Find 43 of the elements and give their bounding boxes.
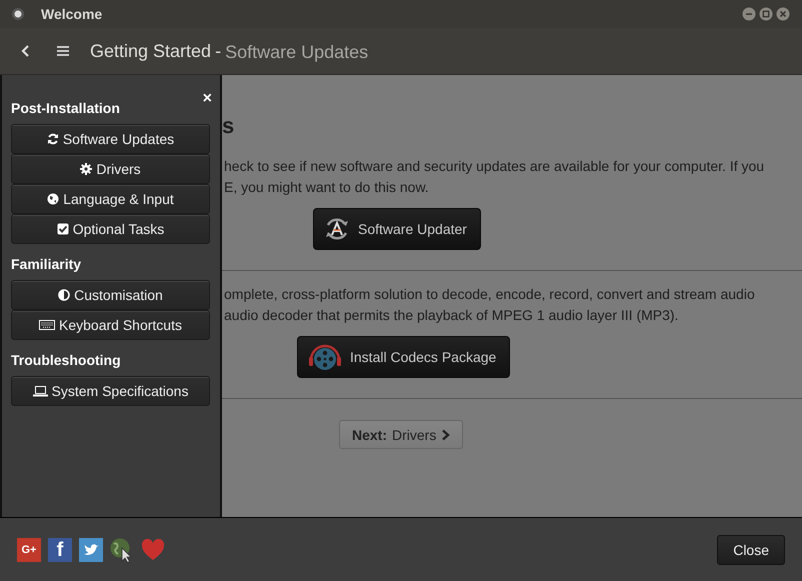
description-text: heck to see if new software and security updates are available for your computer. If you: [224, 157, 766, 176]
sidebar-item[interactable]: Software Updates: [11, 124, 210, 154]
close-button[interactable]: Close: [717, 534, 785, 564]
sidebar-item[interactable]: Drivers: [11, 154, 210, 184]
section-heading: Troubleshooting: [11, 352, 122, 370]
description-text: omplete, cross-platform solution to decode, encode, record, convert and stream audio: [224, 285, 756, 304]
sidebar-close-button[interactable]: ×: [202, 91, 212, 107]
section-heading: Familiarity: [11, 256, 82, 274]
sidebar-item[interactable]: System Specifications: [11, 376, 210, 406]
chevron-right-icon: [441, 428, 450, 440]
headphones-film-reel-icon: [308, 343, 342, 371]
action-button[interactable]: Install Codecs Package: [297, 336, 510, 378]
next-button[interactable]: Next: Drivers: [339, 420, 464, 449]
globe-cursor-icon[interactable]: [110, 536, 134, 562]
sidebar-item[interactable]: Optional Tasks: [11, 214, 210, 244]
app-icon: [11, 7, 25, 21]
page-heading: s: [222, 113, 236, 140]
laptop-icon: [32, 386, 48, 396]
description-text: E, you might want to do this now.: [224, 178, 430, 197]
updater-icon: [324, 216, 350, 242]
gear-icon: [80, 163, 92, 175]
page-title: Getting Started: [90, 40, 212, 62]
back-icon[interactable]: [20, 44, 32, 58]
refresh-icon: [46, 133, 59, 145]
sidebar-item[interactable]: Language & Input: [11, 184, 210, 214]
title-separator: -: [215, 40, 222, 62]
facebook-link[interactable]: f: [48, 538, 72, 562]
bird-icon[interactable]: [79, 538, 103, 562]
minimize-icon[interactable]: [742, 7, 756, 21]
window-title: Welcome: [41, 6, 102, 22]
contrast-icon: [58, 289, 70, 301]
sidebar-item[interactable]: Keyboard Shortcuts: [11, 310, 210, 340]
close-icon[interactable]: [776, 7, 790, 21]
maximize-icon[interactable]: [759, 7, 773, 21]
page-subtitle: Software Updates: [225, 42, 368, 63]
keyboard-icon: [39, 320, 56, 330]
checkbox-icon: [56, 223, 69, 235]
description-text: audio decoder that permits the playback of MPEG 1 audio layer III (MP3).: [224, 306, 680, 325]
google-plus-link[interactable]: G+: [17, 538, 41, 562]
section-heading: Post-Installation: [11, 100, 121, 118]
menu-icon[interactable]: [56, 45, 70, 57]
action-button[interactable]: Software Updater: [313, 208, 481, 250]
sidebar-item[interactable]: Customisation: [11, 280, 210, 310]
